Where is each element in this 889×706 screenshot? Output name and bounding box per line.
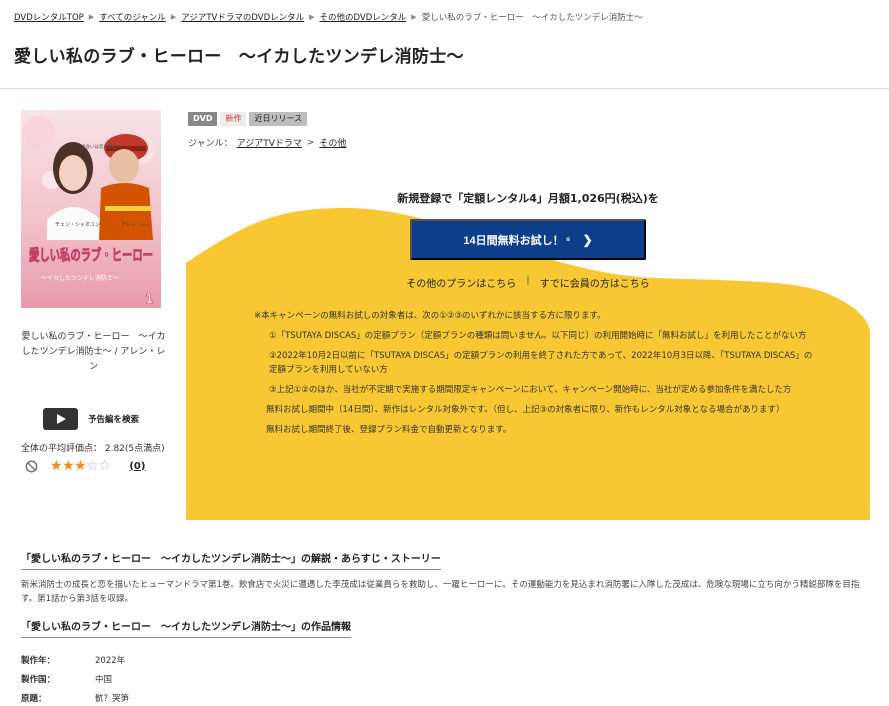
info-value: 中国 [95,674,113,685]
breadcrumb: DVDレンタルTOP ▶ すべてのジャンル ▶ アジアTVドラマのDVDレンタル… [14,11,643,23]
cover-title-art: 愛しい私のラブ・ヒーロー [29,246,153,264]
plan-links: その他のプランはこちら | すでに会員の方はこちら [186,275,870,290]
other-plans-link[interactable]: その他のプランはこちら [406,275,516,290]
star-empty-icon: ☆ [86,458,99,474]
badge-group: DVD 新作 近日リリース [188,112,310,126]
badge-coming-soon: 近日リリース [249,112,308,126]
breadcrumb-link-all-genres[interactable]: すべてのジャンル [99,11,166,23]
cover-volume: 1 [145,292,153,306]
notes-condition-2: ②2022年10月2日以前に「TSUTAYA DISCAS」の定額プランの利用を… [269,351,813,375]
star-filled-icon: ★ [50,458,63,474]
notes-new-release: 無料お試し期間中（14日間）、新作はレンタル対象外です。（但し、上記③の対象者に… [266,405,785,415]
chevron-right-icon: ▶ [411,13,417,21]
campaign-notes: ※本キャンペーンの無料お試しの対象者は、次の①②③のいずれかに該当する方に限りま… [254,309,814,443]
info-row-country: 製作国： 中国 [21,669,129,688]
work-info-heading: 「愛しい私のラブ・ヒーロー 〜イカしたツンデレ消防士〜」の作品情報 [21,618,351,638]
info-value: 2022年 [95,655,126,666]
chevron-right-icon: ▶ [88,13,95,21]
trailer-search[interactable]: 予告編を検索 [43,408,139,430]
notes-auto-renew: 無料お試し期間終了後、登録プラン料金で自動更新となります。 [266,425,512,435]
info-row-year: 製作年： 2022年 [21,650,129,669]
breadcrumb-link-other[interactable]: その他のDVDレンタル [320,11,407,23]
member-login-link[interactable]: すでに会員の方はこちら [540,275,650,290]
chevron-right-icon: ▶ [170,13,177,21]
free-trial-label: 14日間無料お試し！ [463,234,564,247]
average-rating: 全体の平均評価点： 2.82(5点満点) [21,444,165,454]
cover-artwork: チェン・シャオユン アレン・レン 出会いは恋の始まり 愛しい私のラブ・ヒーロー … [21,110,161,308]
star-empty-icon: ☆ [98,458,111,474]
genre-link-other[interactable]: その他 [319,136,346,149]
cover-actor-left: チェン・シャオユン [55,222,100,228]
info-key: 製作国： [21,674,56,685]
cover-subtitle-art: 〜イカしたツンデレ消防士〜 [41,274,119,282]
promo-headline: 新規登録で「定額レンタル4」月額1,026円(税込)を [397,192,659,205]
genre-label: ジャンル： [188,139,233,149]
cover-actor-right: アレン・レン [121,222,151,228]
trailer-label[interactable]: 予告編を検索 [88,413,139,425]
notes-intro: ※本キャンペーンの無料お試しの対象者は、次の①②③のいずれかに該当する方に限りま… [254,311,606,321]
info-key: 製作年： [21,655,56,666]
page-title: 愛しい私のラブ・ヒーロー 〜イカしたツンデレ消防士〜 [14,47,464,67]
info-key: 原題： [21,693,47,704]
free-trial-button[interactable]: 14日間無料お試し！ ※ ❯ [410,219,646,260]
notes-condition-3: ③上記①②のほか、当社が不定期で実施する期間限定キャンペーンにおいて、キャンペー… [269,385,792,395]
rating-row: ★★★☆☆ (0) [25,458,145,474]
chevron-right-icon: ▶ [309,13,315,21]
badge-new: 新作 [220,112,247,126]
notes-condition-1: ①「TSUTAYA DISCAS」の定額プラン（定額プランの種類は問いません。以… [269,331,807,341]
free-trial-note: ※ [565,237,571,243]
chevron-right-icon: ❯ [582,232,593,247]
breadcrumb-link-top[interactable]: DVDレンタルTOP [14,11,84,23]
badge-dvd: DVD [188,112,218,126]
breadcrumb-current: 愛しい私のラブ・ヒーロー 〜イカしたツンデレ消防士〜 [421,13,643,23]
genre-line: ジャンル： アジアTVドラマ > その他 [188,136,346,150]
star-filled-icon: ★ [74,458,87,474]
review-count-link[interactable]: (0) [129,461,145,472]
chevron-right-icon: > [306,137,315,148]
no-entry-icon[interactable] [25,460,38,473]
play-icon[interactable] [43,408,78,430]
link-divider: | [526,275,530,286]
title-divider [0,88,889,89]
star-rating: ★★★☆☆ [50,458,111,474]
synopsis-text: 新米消防士の成長と恋を描いたヒューマンドラマ第1巻。飲食店で火災に遭遇した李茂成… [21,580,860,604]
work-info-table: 製作年： 2022年 製作国： 中国 原題： 骯？哭笋 [21,650,129,706]
info-value: 骯？哭笋 [95,693,130,704]
cover-tagline: 出会いは恋の始まり [81,143,122,150]
star-filled-icon: ★ [62,458,75,474]
breadcrumb-link-asia-tv[interactable]: アジアTVドラマのDVDレンタル [181,11,304,23]
cover-image[interactable]: チェン・シャオユン アレン・レン 出会いは恋の始まり 愛しい私のラブ・ヒーロー … [21,110,161,308]
synopsis-heading: 「愛しい私のラブ・ヒーロー 〜イカしたツンデレ消防士〜」の解説・あらすじ・ストー… [21,550,441,570]
cover-caption: 愛しい私のラブ・ヒーロー 〜イカしたツンデレ消防士〜 / アレン・レン [21,332,166,372]
info-row-original-title: 原題： 骯？哭笋 [21,688,129,706]
genre-link-asia-tv[interactable]: アジアTVドラマ [237,136,302,149]
